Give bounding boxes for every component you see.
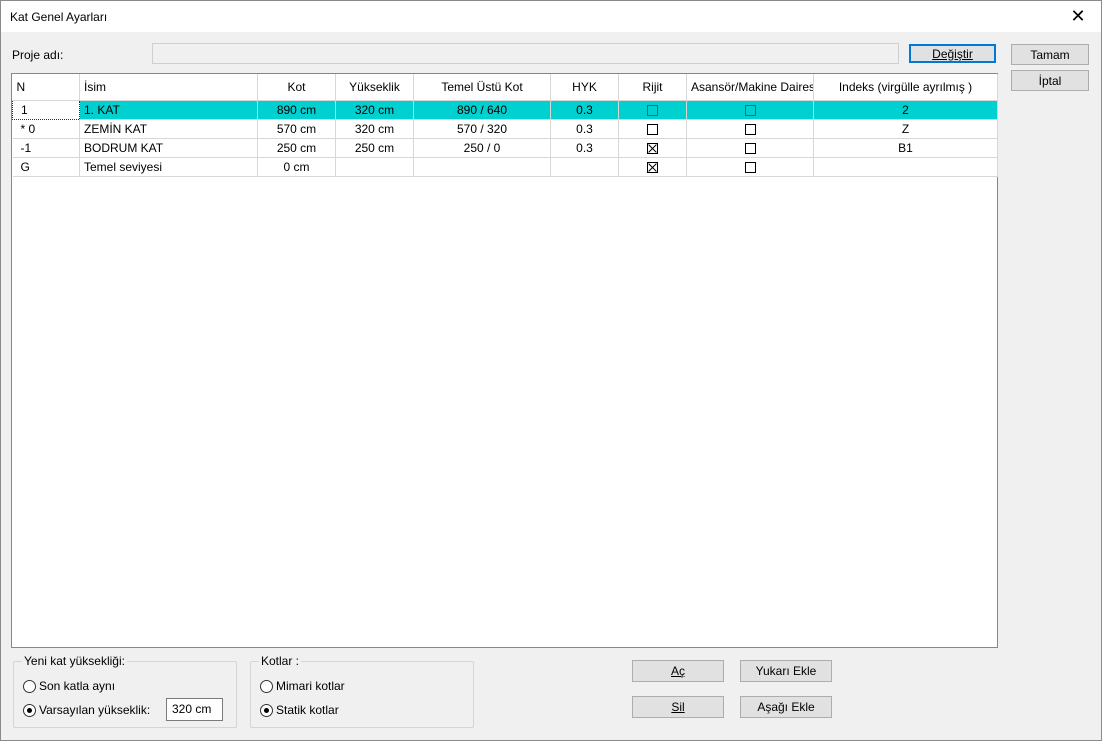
cell-hyk[interactable]: 0.3 <box>550 100 619 120</box>
cell-hyk[interactable] <box>550 157 619 177</box>
cell-elevator[interactable] <box>686 100 814 120</box>
cell-height[interactable]: 250 cm <box>335 138 414 158</box>
cell-kot[interactable]: 890 cm <box>257 100 336 120</box>
new-floor-height-group: Yeni kat yüksekliği: Son katla aynı Vars… <box>13 654 237 728</box>
elevator-checkbox[interactable] <box>744 161 756 173</box>
table-header-row: N İsim Kot Yükseklik Temel Üstü Kot HYK … <box>12 74 998 101</box>
window-title: Kat Genel Ayarları <box>10 10 108 24</box>
cell-elevator[interactable] <box>686 157 814 177</box>
radio-same-label: Son katla aynı <box>39 679 116 693</box>
ok-button[interactable]: Tamam <box>1011 44 1089 65</box>
radio-architectural[interactable]: Mimari kotlar <box>260 679 345 693</box>
column-header-rigid[interactable]: Rijit <box>618 74 687 101</box>
add-below-button[interactable]: Aşağı Ekle <box>740 696 832 718</box>
column-header-elevator[interactable]: Asansör/Makine Dairesi <box>686 74 814 101</box>
cell-name[interactable]: ZEMİN KAT <box>79 119 258 139</box>
cell-temel[interactable]: 250 / 0 <box>413 138 551 158</box>
radio-default-icon[interactable] <box>23 703 36 717</box>
cell-height[interactable] <box>335 157 414 177</box>
cell-kot[interactable]: 0 cm <box>257 157 336 177</box>
cell-n[interactable]: 1 <box>12 99 80 120</box>
column-header-name[interactable]: İsim <box>79 74 258 101</box>
radio-same-as-last[interactable]: Son katla aynı <box>23 679 115 693</box>
table-row[interactable]: G Temel seviyesi 0 cm <box>12 157 998 177</box>
cell-index[interactable]: B1 <box>813 138 998 158</box>
change-button-label: Değiştir <box>932 46 973 61</box>
radio-same-icon[interactable] <box>23 679 36 693</box>
rigid-checkbox[interactable] <box>647 104 658 116</box>
column-header-height[interactable]: Yükseklik <box>335 74 414 101</box>
cell-height[interactable]: 320 cm <box>335 100 414 120</box>
add-above-button-label: Yukarı Ekle <box>755 664 817 678</box>
default-height-input[interactable]: 320 cm <box>166 698 223 721</box>
delete-button-label: Sil <box>671 700 685 714</box>
cell-rigid[interactable] <box>618 119 687 139</box>
cell-index[interactable]: 2 <box>813 100 998 120</box>
cell-temel[interactable]: 570 / 320 <box>413 119 551 139</box>
column-header-index[interactable]: Indeks (virgülle ayrılmış ) <box>813 74 998 101</box>
cell-elevator[interactable] <box>686 138 814 158</box>
cell-hyk[interactable]: 0.3 <box>550 138 619 158</box>
cell-hyk[interactable]: 0.3 <box>550 119 619 139</box>
cell-elevator[interactable] <box>686 119 814 139</box>
cell-temel[interactable] <box>413 157 551 177</box>
change-button[interactable]: Değiştir <box>909 44 996 63</box>
rigid-checkbox[interactable] <box>647 142 658 154</box>
ok-button-label: Tamam <box>1030 47 1070 62</box>
cell-kot[interactable]: 570 cm <box>257 119 336 139</box>
radio-architectural-icon[interactable] <box>260 679 273 693</box>
cell-height[interactable]: 320 cm <box>335 119 414 139</box>
cell-name[interactable]: BODRUM KAT <box>79 138 258 158</box>
cell-rigid[interactable] <box>618 138 687 158</box>
cancel-button-label: İptal <box>1038 73 1062 88</box>
project-name-field[interactable] <box>152 43 899 64</box>
dialog-window: Kat Genel Ayarları ✕ Proje adı: Değiştir… <box>0 0 1102 741</box>
table-row[interactable]: -1 BODRUM KAT 250 cm 250 cm 250 / 0 0.3 B1 <box>12 138 998 158</box>
open-button[interactable]: Aç <box>632 660 724 682</box>
floor-table: N İsim Kot Yükseklik Temel Üstü Kot HYK … <box>12 74 998 177</box>
cell-n[interactable]: G <box>12 157 80 177</box>
cell-n[interactable]: -1 <box>12 138 80 158</box>
radio-static[interactable]: Statik kotlar <box>260 703 339 717</box>
cell-rigid[interactable] <box>618 157 687 177</box>
cell-index[interactable] <box>813 157 998 177</box>
radio-default-label: Varsayılan yükseklik: <box>39 703 151 717</box>
radio-static-icon[interactable] <box>260 703 273 717</box>
add-above-button[interactable]: Yukarı Ekle <box>740 660 832 682</box>
project-name-label: Proje adı: <box>12 48 64 62</box>
cell-temel[interactable]: 890 / 640 <box>413 100 551 120</box>
cell-rigid[interactable] <box>618 100 687 120</box>
column-header-n[interactable]: N <box>12 74 80 101</box>
column-header-hyk[interactable]: HYK <box>550 74 619 101</box>
elevator-checkbox[interactable] <box>744 123 756 135</box>
elevator-checkbox[interactable] <box>744 142 756 154</box>
cell-index[interactable]: Z <box>813 119 998 139</box>
column-header-kot[interactable]: Kot <box>257 74 336 101</box>
open-button-label: Aç <box>670 664 685 678</box>
levels-group: Kotlar : Mimari kotlar Statik kotlar <box>250 654 474 728</box>
rigid-checkbox[interactable] <box>647 161 658 173</box>
floor-grid[interactable]: N İsim Kot Yükseklik Temel Üstü Kot HYK … <box>11 73 998 648</box>
add-below-button-label: Aşağı Ekle <box>757 700 815 714</box>
title-bar: Kat Genel Ayarları ✕ <box>1 1 1101 32</box>
cell-name[interactable]: 1. KAT <box>79 100 258 120</box>
cancel-button[interactable]: İptal <box>1011 70 1089 91</box>
cell-name[interactable]: Temel seviyesi <box>79 157 258 177</box>
cell-n[interactable]: * 0 <box>12 119 80 139</box>
new-floor-height-legend: Yeni kat yüksekliği: <box>22 654 127 668</box>
rigid-checkbox[interactable] <box>647 123 658 135</box>
levels-legend: Kotlar : <box>259 654 302 668</box>
radio-default-height[interactable]: Varsayılan yükseklik: <box>23 703 150 717</box>
column-header-temel[interactable]: Temel Üstü Kot <box>413 74 551 101</box>
radio-architectural-label: Mimari kotlar <box>276 679 345 693</box>
cell-kot[interactable]: 250 cm <box>257 138 336 158</box>
radio-static-label: Statik kotlar <box>276 703 339 717</box>
delete-button[interactable]: Sil <box>632 696 724 718</box>
table-row[interactable]: 1 1. KAT 890 cm 320 cm 890 / 640 0.3 2 <box>12 99 998 120</box>
elevator-checkbox[interactable] <box>744 104 756 116</box>
table-row[interactable]: * 0 ZEMİN KAT 570 cm 320 cm 570 / 320 0.3 Z <box>12 119 998 139</box>
close-icon[interactable]: ✕ <box>1055 1 1101 32</box>
